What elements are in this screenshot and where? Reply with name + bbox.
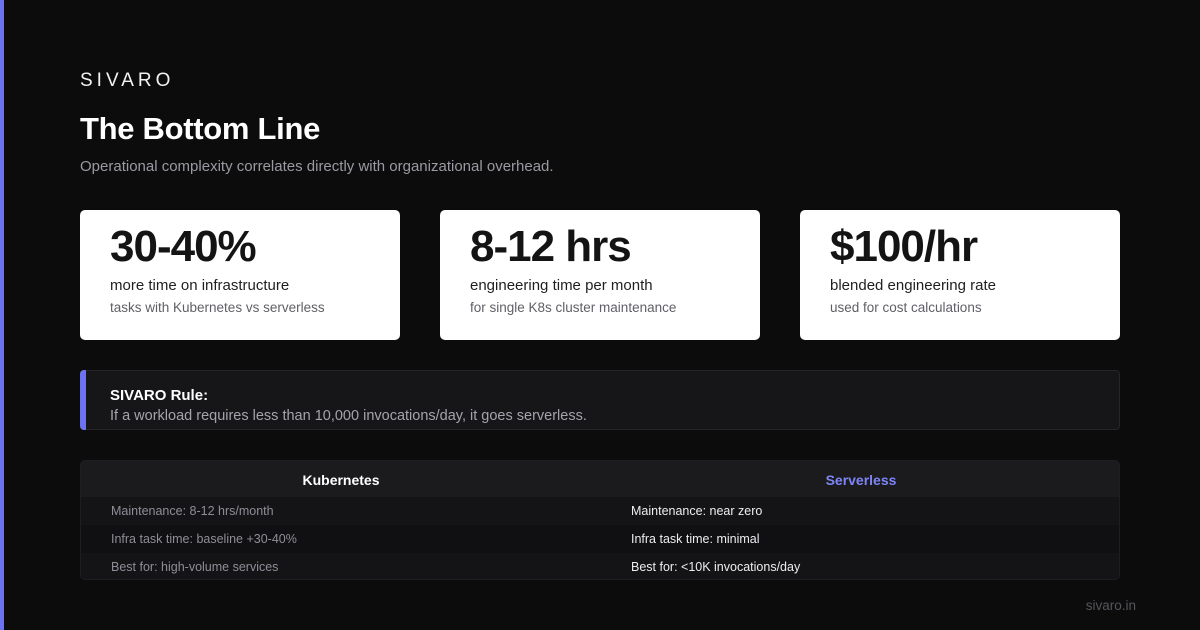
table-row: Infra task time: baseline +30-40% bbox=[81, 525, 601, 553]
rule-callout: SIVARO Rule: If a workload requires less… bbox=[80, 370, 1120, 430]
footer-url: sivaro.in bbox=[1085, 598, 1136, 613]
stat-description: blended engineering rate bbox=[830, 277, 996, 294]
stat-card-engineering-time: 8-12 hrs engineering time per month for … bbox=[440, 210, 760, 340]
kubernetes-column: Kubernetes Maintenance: 8-12 hrs/month I… bbox=[81, 461, 601, 579]
stat-value: 8-12 hrs bbox=[470, 222, 632, 271]
stat-card-infra-time: 30-40% more time on infrastructure tasks… bbox=[80, 210, 400, 340]
stat-value: 30-40% bbox=[110, 222, 257, 271]
comparison-table: Kubernetes Maintenance: 8-12 hrs/month I… bbox=[80, 460, 1120, 580]
stat-detail: tasks with Kubernetes vs serverless bbox=[110, 300, 325, 315]
stat-description: engineering time per month bbox=[470, 277, 653, 294]
stat-card-engineering-rate: $100/hr blended engineering rate used fo… bbox=[800, 210, 1120, 340]
stat-detail: used for cost calculations bbox=[830, 300, 982, 315]
table-row: Infra task time: minimal bbox=[601, 525, 1119, 553]
kubernetes-heading: Kubernetes bbox=[81, 461, 601, 497]
left-accent-bar bbox=[0, 0, 4, 630]
table-row: Best for: high-volume services bbox=[81, 553, 601, 579]
serverless-column: Serverless Maintenance: near zero Infra … bbox=[601, 461, 1119, 579]
page-subtitle: Operational complexity correlates direct… bbox=[80, 158, 554, 175]
table-row: Maintenance: 8-12 hrs/month bbox=[81, 497, 601, 525]
table-row: Best for: <10K invocations/day bbox=[601, 553, 1119, 579]
page-title: The Bottom Line bbox=[80, 111, 321, 146]
stat-value: $100/hr bbox=[830, 222, 978, 271]
rule-accent-bar bbox=[80, 370, 86, 430]
rule-text: If a workload requires less than 10,000 … bbox=[110, 408, 587, 424]
brand-logo-text: SIVARO bbox=[80, 70, 175, 91]
stat-description: more time on infrastructure bbox=[110, 277, 290, 294]
stat-detail: for single K8s cluster maintenance bbox=[470, 300, 677, 315]
serverless-heading: Serverless bbox=[601, 461, 1119, 497]
table-row: Maintenance: near zero bbox=[601, 497, 1119, 525]
rule-title: SIVARO Rule: bbox=[110, 387, 209, 404]
